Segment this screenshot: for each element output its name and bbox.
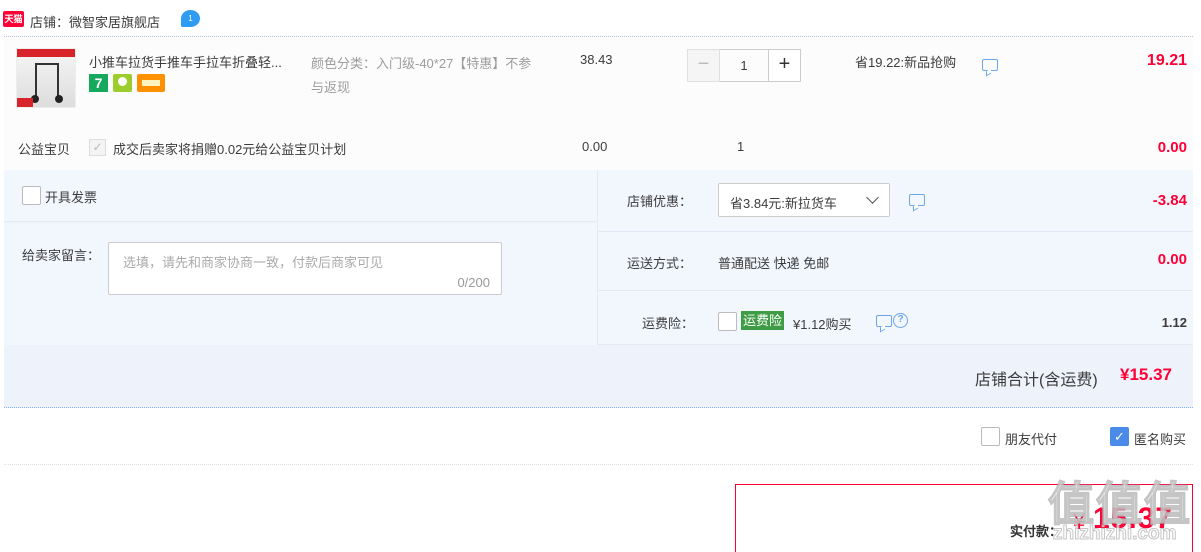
order-confirm-page: 天猫 店铺：微智家居旗舰店 1 小推车拉货手推车手拉车折叠轻... 7 颜色分类…: [0, 0, 1201, 552]
message-icon[interactable]: [876, 315, 892, 327]
charity-text: 成交后卖家将捐赠0.02元给公益宝贝计划: [113, 142, 347, 157]
qty-minus-button[interactable]: −: [687, 49, 720, 82]
tmall-logo: 天猫: [3, 11, 24, 27]
chevron-down-icon: [866, 191, 879, 204]
thumbnail-banner: [17, 49, 75, 57]
friend-pay-label[interactable]: 朋友代付: [1005, 429, 1057, 448]
shipping-amount: 0.00: [1157, 251, 1187, 268]
help-icon[interactable]: ?: [893, 313, 908, 328]
quantity-stepper: − 1 +: [687, 49, 801, 82]
store-total-label: 店铺合计(含运费): [975, 372, 1098, 389]
thumbnail-price-tag: [17, 98, 33, 107]
discount-label: 店铺优惠：: [627, 194, 693, 209]
item-total: 19.21: [1146, 52, 1187, 69]
invoice-checkbox[interactable]: [22, 186, 41, 205]
charity-price: 0.00: [582, 139, 608, 154]
card-icon[interactable]: [137, 74, 165, 92]
bulb-icon[interactable]: [113, 74, 132, 92]
charity-qty: 1: [737, 139, 745, 154]
message-placeholder: 选填，请先和商家协商一致，付款后商家可见: [123, 255, 384, 270]
discount-select-value: 省3.84元:新拉货车: [730, 196, 837, 211]
insurance-text: ¥1.12购买: [793, 317, 852, 332]
shop-name[interactable]: 店铺：微智家居旗舰店: [30, 12, 160, 31]
watermark-url: zhizhizhi.com: [1053, 523, 1177, 545]
insurance-checkbox[interactable]: [718, 312, 737, 331]
shipping-value: 普通配送 快递 免邮: [718, 256, 830, 271]
charity-checkbox: ✓: [89, 139, 106, 156]
insurance-tag: 运费险: [741, 311, 785, 330]
message-label: 给卖家留言：: [22, 248, 101, 263]
charity-total: 0.00: [1157, 139, 1187, 156]
item-sku: 颜色分类：入门级-40*27【特惠】不参与返现: [311, 56, 532, 95]
insurance-label: 运费险：: [642, 316, 695, 331]
anonymous-label[interactable]: 匿名购买: [1134, 429, 1186, 448]
message-textarea[interactable]: 选填，请先和商家协商一致，付款后商家可见 0/200: [108, 242, 502, 295]
product-thumbnail[interactable]: [16, 48, 76, 108]
discount-select[interactable]: 省3.84元:新拉货车: [718, 183, 890, 217]
message-icon[interactable]: [909, 194, 925, 206]
item-title[interactable]: 小推车拉货手推车手拉车折叠轻...: [89, 52, 304, 71]
shipping-label: 运送方式：: [627, 256, 693, 271]
message-counter: 0/200: [457, 275, 490, 290]
message-icon[interactable]: [982, 59, 998, 71]
invoice-label[interactable]: 开具发票: [45, 187, 97, 206]
discount-amount: -3.84: [1152, 192, 1187, 209]
chat-bubble-icon[interactable]: 1: [181, 10, 200, 27]
item-price: 38.43: [580, 52, 613, 67]
store-total-amount: ¥15.37: [1120, 365, 1172, 384]
item-promo: 省19.22:新品抢购: [855, 55, 957, 70]
insurance-amount: 1.12: [1161, 315, 1187, 330]
friend-pay-checkbox[interactable]: [981, 427, 1000, 446]
seven-day-return-icon[interactable]: 7: [89, 74, 108, 92]
charity-label: 公益宝贝: [18, 142, 71, 157]
qty-plus-button[interactable]: +: [768, 49, 801, 82]
wheel-shape: [55, 95, 63, 103]
qty-input[interactable]: 1: [720, 49, 768, 82]
cart-shape: [35, 63, 59, 97]
anonymous-checkbox[interactable]: ✓: [1110, 427, 1129, 446]
